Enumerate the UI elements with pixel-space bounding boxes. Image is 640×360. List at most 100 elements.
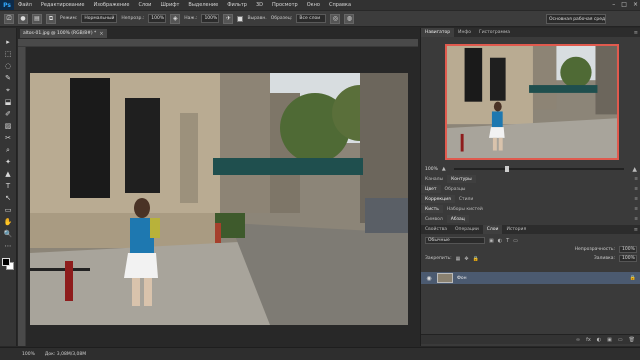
brush-menu-icon[interactable]: ≡ [634, 207, 638, 212]
lasso-tool-icon[interactable]: ◌ [3, 62, 14, 71]
menu-view[interactable]: Просмотр [272, 2, 298, 8]
tab-navigator[interactable]: Навигатор [421, 28, 455, 37]
foreground-color-swatch[interactable] [2, 258, 10, 266]
menu-layers[interactable]: Слои [138, 2, 151, 8]
visibility-eye-icon[interactable]: ◉ [425, 275, 433, 282]
filter-type-icon[interactable]: T [506, 238, 509, 244]
zoom-tool-icon[interactable]: 🔍 [3, 230, 14, 239]
workspace-select[interactable]: Основная рабочая среда [546, 14, 606, 24]
tab-layers[interactable]: Слои [482, 225, 503, 234]
color-menu-icon[interactable]: ≡ [634, 187, 638, 192]
color-swatches[interactable] [2, 258, 14, 270]
channels-menu-icon[interactable]: ≡ [634, 177, 638, 182]
tab-styles[interactable]: Стили [455, 195, 478, 203]
gradient-tool-icon[interactable]: ▲ [3, 170, 14, 179]
ignore-adjustment-icon[interactable]: ◎ [330, 13, 341, 24]
menu-window[interactable]: Окно [307, 2, 320, 8]
tab-brush-presets[interactable]: Наборы кистей [443, 205, 487, 213]
close-window-button[interactable]: × [633, 1, 638, 8]
delete-layer-icon[interactable]: 🗑 [629, 337, 635, 343]
tab-history[interactable]: История [502, 225, 530, 234]
tab-adjustments[interactable]: Коррекция [421, 195, 455, 203]
tab-histogram[interactable]: Гистограмма [475, 28, 514, 37]
tab-channels[interactable]: Каналы [421, 175, 447, 183]
pressure-size-icon[interactable]: ◍ [344, 13, 355, 24]
path-select-tool-icon[interactable]: ↖ [3, 194, 14, 203]
brush-panel-icon[interactable]: ▤ [32, 13, 42, 24]
minimize-button[interactable]: – [612, 1, 615, 8]
link-layers-icon[interactable]: ∞ [576, 337, 580, 343]
tab-properties[interactable]: Свойства [421, 225, 451, 234]
zoom-out-icon[interactable]: ▲ [442, 166, 446, 172]
tab-paragraph[interactable]: Абзац [446, 215, 469, 223]
airbrush-icon[interactable]: ✈ [223, 13, 234, 24]
menu-edit[interactable]: Редактирование [41, 2, 85, 8]
layer-row-background[interactable]: ◉ Фон 🔒 [421, 272, 640, 284]
menu-image[interactable]: Изображение [93, 2, 129, 8]
eraser-tool-icon[interactable]: ✦ [3, 158, 14, 167]
tab-swatches[interactable]: Образцы [441, 185, 470, 193]
history-brush-tool-icon[interactable]: ⌕ [3, 146, 14, 155]
canvas-image[interactable] [30, 73, 408, 325]
brush-preset-icon[interactable]: ● [18, 13, 28, 24]
layer-fill-field[interactable]: 100% [619, 255, 637, 262]
brush-tool-icon[interactable]: ▨ [3, 122, 14, 131]
navigator-preview[interactable] [445, 44, 619, 160]
panel-menu-icon[interactable]: ≡ [634, 28, 638, 37]
maximize-button[interactable]: □ [621, 1, 627, 8]
layer-style-icon[interactable]: fx [586, 337, 591, 343]
lock-all-icon[interactable]: 🔒 [473, 256, 479, 262]
menu-3d[interactable]: 3D [256, 2, 263, 8]
mode-select[interactable]: Нормальный [81, 14, 118, 23]
document-tab[interactable]: altos-01.jpg @ 100% (RGB/8#) * × [20, 29, 107, 38]
opacity-field[interactable]: 100% [148, 14, 167, 23]
status-zoom[interactable]: 100% [22, 352, 35, 357]
filter-pixel-icon[interactable]: ▣ [489, 238, 494, 244]
adjustment-layer-icon[interactable]: ◐ [597, 337, 601, 343]
tab-color[interactable]: Цвет [421, 185, 441, 193]
marquee-tool-icon[interactable]: ⬚ [3, 50, 14, 59]
stamp-tool-icon[interactable]: ⎚ [4, 13, 14, 24]
type-tool-icon[interactable]: T [3, 182, 14, 191]
adjustments-menu-icon[interactable]: ≡ [634, 197, 638, 202]
menu-type[interactable]: Шрифт [160, 2, 179, 8]
new-layer-icon[interactable]: ▭ [618, 337, 623, 343]
navigator-zoom-slider[interactable] [453, 166, 625, 172]
layer-opacity-field[interactable]: 100% [619, 246, 637, 253]
navigator-zoom-value[interactable]: 100% [425, 167, 438, 172]
filter-adjust-icon[interactable]: ◐ [498, 238, 502, 244]
menu-help[interactable]: Справка [329, 2, 351, 8]
more-tools-icon[interactable]: ⋯ [3, 242, 14, 251]
eyedropper-tool-icon[interactable]: ⬓ [3, 98, 14, 107]
lock-pixels-icon[interactable]: ▦ [456, 256, 461, 262]
menu-file[interactable]: Файл [18, 2, 32, 8]
menu-select[interactable]: Выделение [188, 2, 218, 8]
clone-source-icon[interactable]: ⧉ [46, 13, 56, 24]
shape-tool-icon[interactable]: ▭ [3, 206, 14, 215]
clone-stamp-tool-icon[interactable]: ✂ [3, 134, 14, 143]
pressure-field[interactable]: 100% [201, 14, 220, 23]
move-tool-icon[interactable]: ▸ [3, 38, 14, 47]
zoom-in-icon[interactable]: ▲ [632, 166, 637, 173]
filter-shape-icon[interactable]: ▭ [513, 238, 518, 244]
menu-filter[interactable]: Фильтр [227, 2, 247, 8]
lock-position-icon[interactable]: ✥ [464, 256, 468, 262]
layer-kind-select[interactable]: Обычные [425, 237, 485, 244]
align-checkbox[interactable] [237, 15, 244, 22]
close-document-icon[interactable]: × [99, 31, 103, 37]
layers-menu-icon[interactable]: ≡ [634, 225, 638, 234]
healing-brush-tool-icon[interactable]: ✐ [3, 110, 14, 119]
pressure-opacity-icon[interactable]: ◈ [170, 13, 181, 24]
sample-select[interactable]: Все слои [296, 14, 327, 23]
tab-actions[interactable]: Операции [451, 225, 483, 234]
hand-tool-icon[interactable]: ✋ [3, 218, 14, 227]
crop-tool-icon[interactable]: ⌖ [3, 86, 14, 95]
tab-brush[interactable]: Кисть [421, 205, 443, 213]
navigator-slider-thumb[interactable] [504, 166, 509, 172]
tab-character[interactable]: Символ [421, 215, 447, 223]
character-menu-icon[interactable]: ≡ [634, 217, 638, 222]
tab-info[interactable]: Инфо [454, 28, 475, 37]
layer-mask-icon[interactable]: ▣ [607, 337, 612, 343]
tab-paths[interactable]: Контуры [447, 175, 476, 183]
quick-select-tool-icon[interactable]: ✎ [3, 74, 14, 83]
